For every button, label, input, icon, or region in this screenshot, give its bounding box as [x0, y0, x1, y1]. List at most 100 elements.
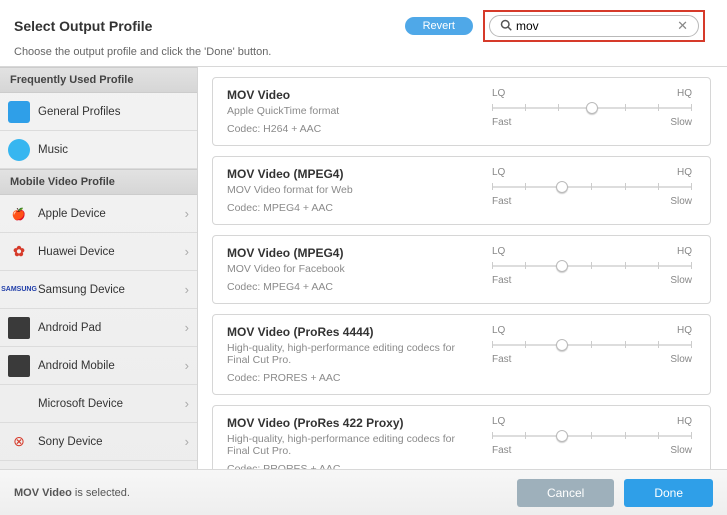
- search-input[interactable]: [512, 17, 677, 35]
- slider-label-fast: Fast: [492, 117, 511, 128]
- slider-label-fast: Fast: [492, 196, 511, 207]
- slider-label-slow: Slow: [670, 354, 692, 365]
- huawei-icon: ✿: [8, 241, 30, 263]
- slider-label-lq: LQ: [492, 325, 505, 336]
- footer: MOV Video is selected. Cancel Done: [0, 469, 727, 515]
- slider-label-fast: Fast: [492, 275, 511, 286]
- profile-title: MOV Video (MPEG4): [227, 167, 472, 181]
- chevron-right-icon: ›: [185, 206, 189, 221]
- tv-icon: [8, 101, 30, 123]
- profile-card[interactable]: MOV Video (ProRes 4444) High-quality, hi…: [212, 314, 711, 395]
- sidebar-item-label: Apple Device: [38, 208, 177, 220]
- profile-desc: High-quality, high-performance editing c…: [227, 342, 472, 366]
- profile-codec: Codec: MPEG4 + AAC: [227, 281, 472, 293]
- microsoft-icon: [8, 393, 30, 415]
- slider-knob[interactable]: [556, 339, 568, 351]
- sidebar-section-frequent: Frequently Used Profile: [0, 67, 197, 93]
- slider-label-hq: HQ: [677, 246, 692, 257]
- sidebar-item-label: Microsoft Device: [38, 398, 177, 410]
- music-icon: [8, 139, 30, 161]
- header: Select Output Profile Revert ✕ Choose th…: [0, 0, 727, 66]
- chevron-right-icon: ›: [185, 396, 189, 411]
- slider-label-slow: Slow: [670, 117, 692, 128]
- profile-list[interactable]: MOV Video Apple QuickTime format Codec: …: [198, 67, 727, 476]
- slider-label-fast: Fast: [492, 354, 511, 365]
- slider-knob[interactable]: [556, 260, 568, 272]
- sidebar-item-apple[interactable]: 🍎 Apple Device ›: [0, 195, 197, 233]
- android-icon: [8, 355, 30, 377]
- apple-icon: 🍎: [8, 203, 30, 225]
- search-field[interactable]: ✕: [489, 15, 699, 37]
- chevron-right-icon: ›: [185, 358, 189, 373]
- slider-label-hq: HQ: [677, 325, 692, 336]
- slider-label-slow: Slow: [670, 445, 692, 456]
- page-subtitle: Choose the output profile and click the …: [14, 46, 713, 58]
- samsung-icon: SAMSUNG: [8, 279, 30, 301]
- search-highlight: ✕: [483, 10, 705, 42]
- profile-card[interactable]: MOV Video (ProRes 422 Proxy) High-qualit…: [212, 405, 711, 476]
- profile-codec: Codec: MPEG4 + AAC: [227, 202, 472, 214]
- profile-desc: High-quality, high-performance editing c…: [227, 433, 472, 457]
- sony-icon: ⊗: [8, 431, 30, 453]
- slider-label-lq: LQ: [492, 416, 505, 427]
- slider-label-slow: Slow: [670, 275, 692, 286]
- sidebar-item-samsung[interactable]: SAMSUNG Samsung Device ›: [0, 271, 197, 309]
- slider-label-lq: LQ: [492, 246, 505, 257]
- sidebar-item-music[interactable]: Music: [0, 131, 197, 169]
- slider-label-hq: HQ: [677, 416, 692, 427]
- sidebar-item-general[interactable]: General Profiles: [0, 93, 197, 131]
- sidebar-item-android-mobile[interactable]: Android Mobile ›: [0, 347, 197, 385]
- slider-label-hq: HQ: [677, 88, 692, 99]
- slider-label-fast: Fast: [492, 445, 511, 456]
- slider-knob[interactable]: [556, 181, 568, 193]
- chevron-right-icon: ›: [185, 244, 189, 259]
- chevron-right-icon: ›: [185, 434, 189, 449]
- clear-icon[interactable]: ✕: [677, 18, 688, 34]
- quality-slider[interactable]: [492, 259, 692, 273]
- sidebar-item-label: Android Mobile: [38, 360, 177, 372]
- revert-button[interactable]: Revert: [405, 17, 473, 35]
- android-icon: [8, 317, 30, 339]
- slider-label-lq: LQ: [492, 167, 505, 178]
- profile-card[interactable]: MOV Video (MPEG4) MOV Video format for W…: [212, 156, 711, 225]
- profile-title: MOV Video (ProRes 4444): [227, 325, 472, 339]
- profile-title: MOV Video: [227, 88, 472, 102]
- profile-codec: Codec: H264 + AAC: [227, 123, 472, 135]
- sidebar-item-label: Android Pad: [38, 322, 177, 334]
- slider-knob[interactable]: [556, 430, 568, 442]
- quality-slider[interactable]: [492, 429, 692, 443]
- slider-knob[interactable]: [586, 102, 598, 114]
- quality-slider[interactable]: [492, 338, 692, 352]
- profile-card[interactable]: MOV Video Apple QuickTime format Codec: …: [212, 77, 711, 146]
- slider-label-slow: Slow: [670, 196, 692, 207]
- sidebar-item-android-pad[interactable]: Android Pad ›: [0, 309, 197, 347]
- sidebar-item-label: Sony Device: [38, 436, 177, 448]
- slider-label-hq: HQ: [677, 167, 692, 178]
- sidebar-section-mobile: Mobile Video Profile: [0, 169, 197, 195]
- sidebar-item-label: Samsung Device: [38, 284, 177, 296]
- cancel-button[interactable]: Cancel: [517, 479, 614, 507]
- chevron-right-icon: ›: [185, 320, 189, 335]
- selected-profile-name: MOV Video: [14, 487, 72, 499]
- profile-codec: Codec: PRORES + AAC: [227, 372, 472, 384]
- selection-status: MOV Video is selected.: [14, 487, 507, 499]
- sidebar-item-label: General Profiles: [38, 106, 189, 118]
- profile-title: MOV Video (MPEG4): [227, 246, 472, 260]
- profile-desc: MOV Video for Facebook: [227, 263, 472, 275]
- quality-slider[interactable]: [492, 101, 692, 115]
- sidebar: Frequently Used Profile General Profiles…: [0, 67, 198, 476]
- page-title: Select Output Profile: [14, 18, 152, 34]
- sidebar-item-sony[interactable]: ⊗ Sony Device ›: [0, 423, 197, 461]
- profile-desc: MOV Video format for Web: [227, 184, 472, 196]
- search-icon: [500, 19, 512, 34]
- slider-label-lq: LQ: [492, 88, 505, 99]
- profile-title: MOV Video (ProRes 422 Proxy): [227, 416, 472, 430]
- sidebar-item-microsoft[interactable]: Microsoft Device ›: [0, 385, 197, 423]
- chevron-right-icon: ›: [185, 282, 189, 297]
- quality-slider[interactable]: [492, 180, 692, 194]
- profile-desc: Apple QuickTime format: [227, 105, 472, 117]
- sidebar-item-huawei[interactable]: ✿ Huawei Device ›: [0, 233, 197, 271]
- done-button[interactable]: Done: [624, 479, 713, 507]
- sidebar-item-label: Music: [38, 144, 189, 156]
- profile-card[interactable]: MOV Video (MPEG4) MOV Video for Facebook…: [212, 235, 711, 304]
